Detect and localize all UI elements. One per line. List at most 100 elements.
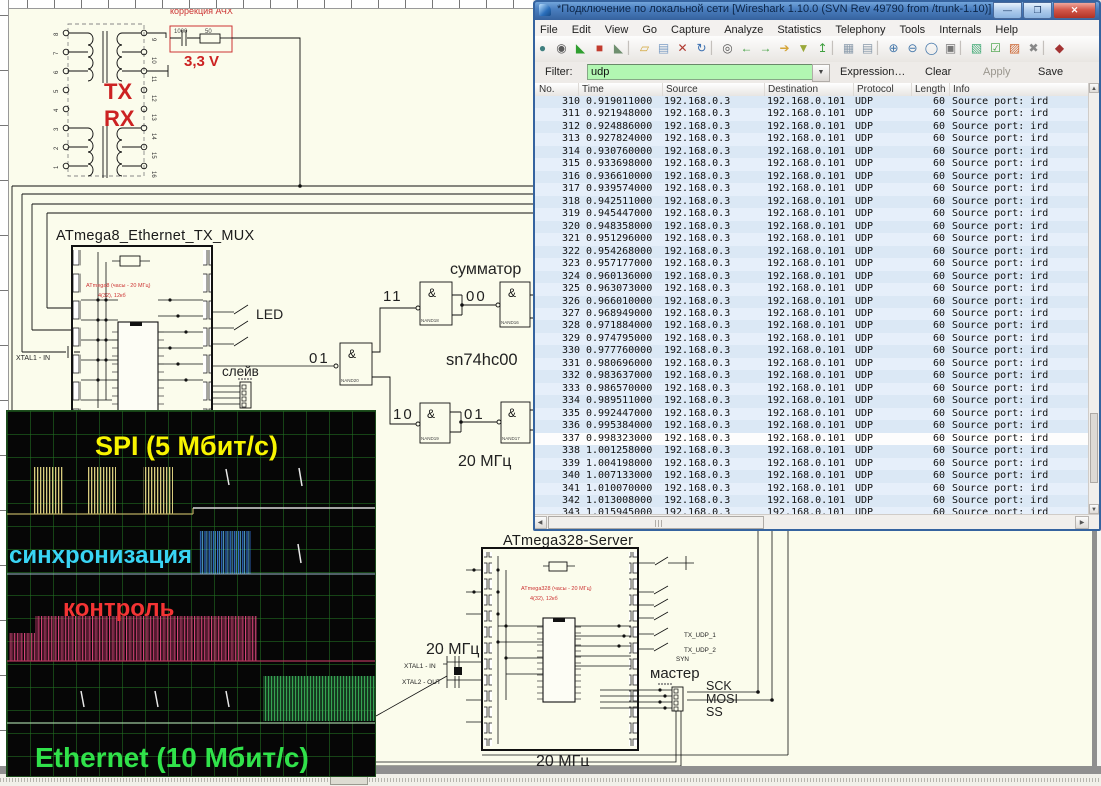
packet-row[interactable]: 3320.983637000192.168.0.3192.168.0.101UD… [533, 370, 1091, 382]
col-no[interactable]: No. [536, 83, 555, 96]
packet-row[interactable]: 3210.951296000192.168.0.3192.168.0.101UD… [533, 233, 1091, 245]
toolbar-icon-colorize[interactable]: ▧ [967, 36, 986, 60]
vscroll-thumb[interactable] [1090, 413, 1098, 483]
packet-row[interactable]: 3230.957177000192.168.0.3192.168.0.101UD… [533, 258, 1091, 270]
toolbar-icon-resize-columns[interactable]: ▣ [941, 36, 960, 60]
toolbar-icon-preferences[interactable]: ✖ [1024, 36, 1043, 60]
toolbar-separator: ▏ [711, 36, 718, 60]
packet-row[interactable]: 3160.936610000192.168.0.3192.168.0.101UD… [533, 171, 1091, 183]
filter-input[interactable] [587, 64, 813, 80]
menu-item-analyze[interactable]: Analyze [717, 23, 770, 36]
apply-button[interactable]: Apply [983, 66, 1011, 78]
minimize-button[interactable]: — [993, 2, 1022, 19]
maximize-button[interactable]: ❐ [1023, 2, 1052, 19]
toolbar-icon-view-details[interactable]: ▤ [858, 36, 877, 60]
menu-item-go[interactable]: Go [635, 23, 664, 36]
hscroll-thumb[interactable] [548, 516, 764, 529]
packet-row[interactable]: 3330.986570000192.168.0.3192.168.0.101UD… [533, 383, 1091, 395]
toolbar-icon-go-back[interactable]: ← [737, 36, 756, 60]
toolbar-icon-capture-restart[interactable]: ◣ [609, 36, 628, 60]
packet-row[interactable]: 3180.942511000192.168.0.3192.168.0.101UD… [533, 196, 1091, 208]
packet-row[interactable]: 3350.992447000192.168.0.3192.168.0.101UD… [533, 408, 1091, 420]
toolbar-icon-find-packet[interactable]: ◎ [718, 36, 737, 60]
col-protocol[interactable]: Protocol [853, 83, 894, 96]
toolbar-icon-file-open[interactable]: ▱ [635, 36, 654, 60]
packet-row[interactable]: 3150.933698000192.168.0.3192.168.0.101UD… [533, 158, 1091, 170]
title-bar[interactable]: *Подключение по локальной сети [Wireshar… [533, 0, 1101, 20]
packet-row[interactable]: 3340.989511000192.168.0.3192.168.0.101UD… [533, 395, 1091, 407]
menu-item-statistics[interactable]: Statistics [770, 23, 828, 36]
packet-row[interactable]: 3110.921948000192.168.0.3192.168.0.101UD… [533, 108, 1091, 120]
packet-row[interactable]: 3200.948358000192.168.0.3192.168.0.101UD… [533, 221, 1091, 233]
packet-row[interactable]: 3120.924886000192.168.0.3192.168.0.101UD… [533, 121, 1091, 133]
toolbar-icon-view-list[interactable]: ▦ [839, 36, 858, 60]
close-button[interactable]: ✕ [1053, 2, 1096, 19]
toolbar-icon-reload[interactable]: ↻ [692, 36, 711, 60]
packet-row[interactable]: 3240.960136000192.168.0.3192.168.0.101UD… [533, 271, 1091, 283]
clear-button[interactable]: Clear [925, 66, 951, 78]
toolbar-icon-list-interfaces[interactable]: ● [533, 36, 552, 60]
menu-item-internals[interactable]: Internals [932, 23, 988, 36]
toolbar-icon-zoom-in[interactable]: ⊕ [884, 36, 903, 60]
packet-row[interactable]: 3250.963073000192.168.0.3192.168.0.101UD… [533, 283, 1091, 295]
packet-row[interactable]: 3270.968949000192.168.0.3192.168.0.101UD… [533, 308, 1091, 320]
toolbar-icon-capture-stop[interactable]: ■ [590, 36, 609, 60]
packet-row[interactable]: 3300.977760000192.168.0.3192.168.0.101UD… [533, 345, 1091, 357]
col-info[interactable]: Info [949, 83, 970, 96]
col-length[interactable]: Length [911, 83, 946, 96]
packet-row[interactable]: 3360.995384000192.168.0.3192.168.0.101UD… [533, 420, 1091, 432]
packet-row[interactable]: 3310.980696000192.168.0.3192.168.0.101UD… [533, 358, 1091, 370]
packet-cell: 60 [911, 308, 945, 320]
scroll-up-arrow[interactable]: ▲ [1089, 83, 1099, 93]
toolbar-icon-help[interactable]: ◆ [1050, 36, 1069, 60]
menu-item-capture[interactable]: Capture [664, 23, 717, 36]
schematic-hscroll-thumb[interactable] [330, 776, 368, 785]
main-toolbar: ●◉◣■◣▏▱▤✕↻▏◎←→➔▼↥▏▦▤▏⊕⊖◯▣▏▧☑▨✖▏◆ [533, 36, 1101, 63]
packet-row[interactable]: 3421.013008000192.168.0.3192.168.0.101UD… [533, 495, 1091, 507]
packet-cell: 192.168.0.101 [767, 345, 845, 357]
toolbar-icon-go-to-packet[interactable]: ➔ [775, 36, 794, 60]
toolbar-icon-go-top[interactable]: ↥ [813, 36, 832, 60]
packet-row[interactable]: 3290.974795000192.168.0.3192.168.0.101UD… [533, 333, 1091, 345]
packet-row[interactable]: 3140.930760000192.168.0.3192.168.0.101UD… [533, 146, 1091, 158]
menu-item-telephony[interactable]: Telephony [828, 23, 892, 36]
expression-button[interactable]: Expression… [840, 66, 905, 78]
scroll-down-arrow[interactable]: ▼ [1089, 504, 1099, 514]
packet-row[interactable]: 3260.966010000192.168.0.3192.168.0.101UD… [533, 296, 1091, 308]
menu-item-help[interactable]: Help [988, 23, 1025, 36]
scroll-left-arrow[interactable]: ◀ [533, 516, 547, 529]
toolbar-icon-capture-start[interactable]: ◣ [571, 36, 590, 60]
packet-row[interactable]: 3401.007133000192.168.0.3192.168.0.101UD… [533, 470, 1091, 482]
col-source[interactable]: Source [662, 83, 698, 96]
menu-item-view[interactable]: View [598, 23, 636, 36]
packet-row[interactable]: 3130.927824000192.168.0.3192.168.0.101UD… [533, 133, 1091, 145]
col-time[interactable]: Time [578, 83, 604, 96]
scroll-right-arrow[interactable]: ▶ [1075, 516, 1089, 529]
toolbar-icon-auto-scroll[interactable]: ☑ [986, 36, 1005, 60]
packet-row[interactable]: 3100.919011000192.168.0.3192.168.0.101UD… [533, 96, 1091, 108]
packet-row[interactable]: 3411.010070000192.168.0.3192.168.0.101UD… [533, 483, 1091, 495]
filter-dropdown-button[interactable]: ▼ [812, 64, 830, 82]
packet-list-vscrollbar[interactable]: ▲ ▼ [1088, 83, 1099, 514]
packet-row[interactable]: 3170.939574000192.168.0.3192.168.0.101UD… [533, 183, 1091, 195]
packet-row[interactable]: 3391.004198000192.168.0.3192.168.0.101UD… [533, 458, 1091, 470]
col-destination[interactable]: Destination [764, 83, 818, 96]
packet-row[interactable]: 3190.945447000192.168.0.3192.168.0.101UD… [533, 208, 1091, 220]
toolbar-icon-go-forward[interactable]: → [756, 36, 775, 60]
packet-list-hscrollbar[interactable]: ◀ ▶ [533, 514, 1101, 530]
toolbar-icon-capture-options[interactable]: ◉ [552, 36, 571, 60]
save-button[interactable]: Save [1038, 66, 1063, 78]
toolbar-icon-zoom-100[interactable]: ◯ [922, 36, 941, 60]
toolbar-icon-filter-funnel[interactable]: ▼ [794, 36, 813, 60]
packet-row[interactable]: 3280.971884000192.168.0.3192.168.0.101UD… [533, 320, 1091, 332]
packet-row[interactable]: 3381.001258000192.168.0.3192.168.0.101UD… [533, 445, 1091, 457]
menu-item-file[interactable]: File [533, 23, 565, 36]
toolbar-icon-coloring-rules[interactable]: ▨ [1005, 36, 1024, 60]
toolbar-icon-file-close[interactable]: ✕ [673, 36, 692, 60]
menu-item-edit[interactable]: Edit [565, 23, 598, 36]
packet-row[interactable]: 3370.998323000192.168.0.3192.168.0.101UD… [533, 433, 1091, 445]
toolbar-icon-file-save[interactable]: ▤ [654, 36, 673, 60]
menu-item-tools[interactable]: Tools [893, 23, 933, 36]
toolbar-icon-zoom-out[interactable]: ⊖ [903, 36, 922, 60]
packet-row[interactable]: 3220.954268000192.168.0.3192.168.0.101UD… [533, 246, 1091, 258]
